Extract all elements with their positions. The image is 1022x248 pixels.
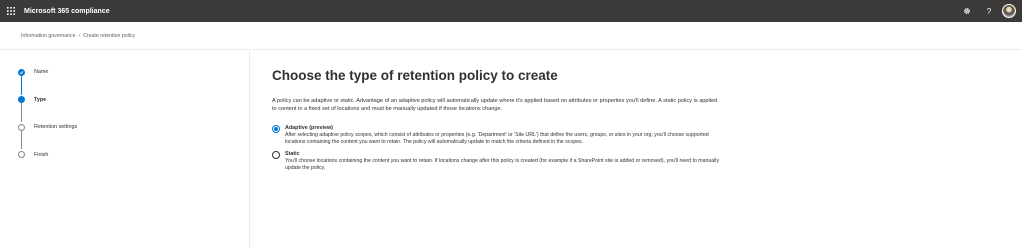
empty-circle-icon <box>18 123 25 131</box>
breadcrumb-information-governance[interactable]: Information governance <box>21 33 76 39</box>
waffle-icon[interactable] <box>0 0 22 22</box>
option-static[interactable]: Static You'll choose locations containin… <box>272 150 732 173</box>
breadcrumb-current: Create retention policy <box>83 33 136 39</box>
wizard-divider <box>249 50 250 248</box>
radio-button-selected[interactable] <box>272 124 280 133</box>
wizard-step-name[interactable]: Name <box>18 67 218 77</box>
option-adaptive[interactable]: Adaptive (preview) After selecting adapt… <box>272 124 732 147</box>
step-label: Name <box>34 69 49 75</box>
checkmark-icon <box>18 68 25 76</box>
app-title[interactable]: Microsoft 365 compliance <box>24 8 110 15</box>
option-text: Static You'll choose locations containin… <box>285 151 727 173</box>
option-description: You'll choose locations containing the c… <box>285 157 720 172</box>
step-connector <box>21 75 22 95</box>
top-bar-actions: ? <box>956 0 1022 22</box>
wizard-step-retention-settings[interactable]: Retention settings <box>18 122 218 132</box>
option-title: Static <box>285 150 300 157</box>
step-connector <box>21 102 22 122</box>
step-connector <box>21 129 22 149</box>
gear-icon[interactable] <box>956 0 978 22</box>
header-divider <box>0 49 1022 50</box>
step-label: Type <box>34 96 47 103</box>
option-text: Adaptive (preview) After selecting adapt… <box>285 125 727 147</box>
radio-button[interactable] <box>272 150 280 159</box>
breadcrumb: Information governance › Create retentio… <box>21 31 135 41</box>
top-bar: Microsoft 365 compliance ? <box>0 0 1022 22</box>
wizard-step-type[interactable]: Type <box>18 95 218 105</box>
page-title: Choose the type of retention policy to c… <box>272 68 558 83</box>
current-step-icon <box>18 96 25 103</box>
empty-circle-icon <box>18 151 25 158</box>
main-content: Choose the type of retention policy to c… <box>272 67 732 173</box>
step-label: Retention settings <box>34 124 78 130</box>
help-icon[interactable]: ? <box>978 0 1000 22</box>
option-title: Adaptive (preview) <box>285 124 333 131</box>
avatar[interactable] <box>1002 4 1016 18</box>
wizard-step-finish[interactable]: Finish <box>18 150 218 160</box>
intro-text: A policy can be adaptive or static. Adva… <box>272 98 718 113</box>
chevron-right-icon: › <box>78 33 81 39</box>
option-description: After selecting adaptive policy scopes, … <box>285 131 709 146</box>
radio-dot <box>274 126 278 131</box>
step-label: Finish <box>34 151 49 158</box>
